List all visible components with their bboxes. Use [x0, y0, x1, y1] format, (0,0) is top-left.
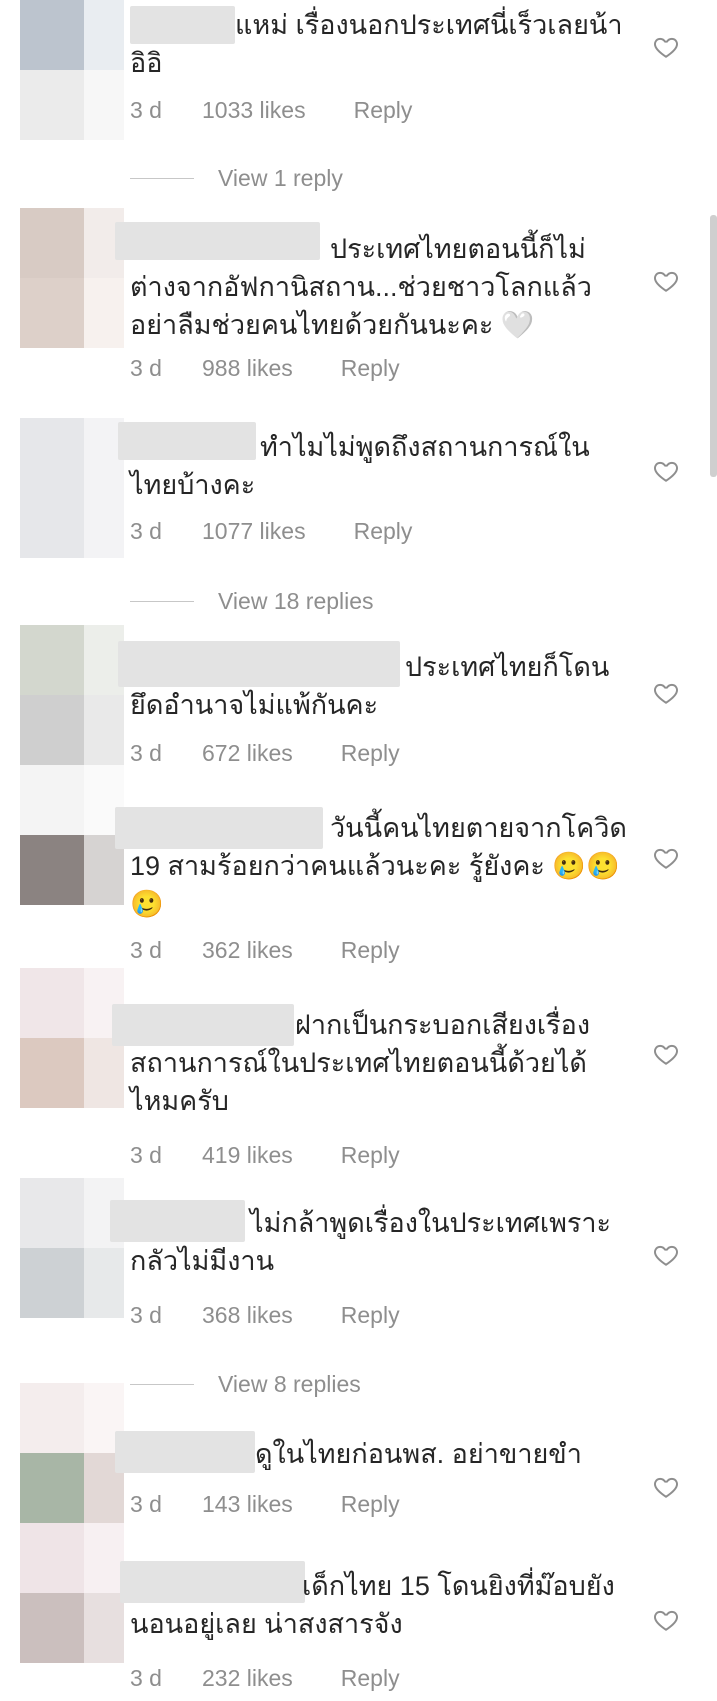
comment-time: 3 d [130, 97, 162, 123]
comment-meta: 3 d 143 likes Reply [130, 1491, 400, 1518]
avatar[interactable] [20, 0, 124, 140]
view-replies-link[interactable]: View 1 reply [130, 165, 343, 192]
comment-item: แหม่ เรื่องนอกประเทศนี่เร็วเลยน้า อิอิ 3… [0, 0, 717, 140]
comment-item: ประเทศไทยก็โดน ยึดอำนาจไม่แพ้กันคะ 3 d 6… [0, 625, 717, 767]
comment-time: 3 d [130, 355, 162, 381]
heart-outline-icon[interactable] [653, 458, 679, 484]
comment-text: ฝากเป็นกระบอกเสียงเรื่อง สถานการณ์ในประเ… [130, 1010, 591, 1116]
reply-button[interactable]: Reply [341, 355, 400, 382]
reply-button[interactable]: Reply [341, 1302, 400, 1329]
heart-outline-icon[interactable] [653, 845, 679, 871]
comment-likes[interactable]: 419 likes [202, 1142, 293, 1169]
reply-button[interactable]: Reply [341, 1665, 400, 1692]
comment-time: 3 d [130, 1665, 162, 1691]
view-replies-label: View 18 replies [218, 588, 374, 614]
comment-likes[interactable]: 1077 likes [202, 518, 306, 545]
comment-item: ทำไมไม่พูดถึงสถานการณ์ใน ไทยบ้างคะ 3 d 1… [0, 418, 717, 558]
comment-likes[interactable]: 672 likes [202, 740, 293, 767]
avatar[interactable] [20, 765, 124, 905]
comment-likes[interactable]: 988 likes [202, 355, 293, 382]
comment-text: ไม่กล้าพูดเรื่องในประเทศเพราะ กลัวไม่มีง… [130, 1208, 612, 1276]
comment-item: วันนี้คนไทยตายจากโควิด 19 สามร้อยกว่าคนแ… [0, 765, 717, 965]
comment-likes[interactable]: 1033 likes [202, 97, 306, 124]
heart-outline-icon[interactable] [653, 1242, 679, 1268]
comment-text: แหม่ เรื่องนอกประเทศนี่เร็วเลยน้า อิอิ [130, 10, 623, 78]
comment-meta: 3 d 232 likes Reply [130, 1665, 400, 1692]
comment-meta: 3 d 419 likes Reply [130, 1142, 400, 1169]
comment-time: 3 d [130, 740, 162, 766]
comment-text: วันนี้คนไทยตายจากโควิด 19 สามร้อยกว่าคนแ… [130, 813, 627, 919]
comment-time: 3 d [130, 1491, 162, 1517]
heart-outline-icon[interactable] [653, 1607, 679, 1633]
reply-button[interactable]: Reply [354, 518, 413, 545]
comment-time: 3 d [130, 937, 162, 963]
heart-outline-icon[interactable] [653, 680, 679, 706]
comment-meta: 3 d 1033 likes Reply [130, 97, 412, 124]
comment-meta: 3 d 1077 likes Reply [130, 518, 412, 545]
reply-button[interactable]: Reply [341, 937, 400, 964]
comment-text: ทำไมไม่พูดถึงสถานการณ์ใน ไทยบ้างคะ [130, 432, 590, 500]
comment-meta: 3 d 672 likes Reply [130, 740, 400, 767]
comment-item: ฝากเป็นกระบอกเสียงเรื่อง สถานการณ์ในประเ… [0, 968, 717, 1168]
comment-text: เด็กไทย 15 โดนยิงที่ม๊อบยัง นอนอยู่เลย น… [130, 1571, 615, 1639]
comment-time: 3 d [130, 1302, 162, 1328]
comment-likes[interactable]: 368 likes [202, 1302, 293, 1329]
heart-outline-icon[interactable] [653, 1041, 679, 1067]
view-replies-label: View 1 reply [218, 165, 343, 191]
scrollbar[interactable] [710, 215, 717, 477]
comment-time: 3 d [130, 518, 162, 544]
avatar[interactable] [20, 418, 124, 558]
comment-text: ดูในไทยก่อนพส. อย่าขายขำ [255, 1439, 582, 1469]
heart-outline-icon[interactable] [653, 34, 679, 60]
comment-item: ไม่กล้าพูดเรื่องในประเทศเพราะ กลัวไม่มีง… [0, 1178, 717, 1338]
comment-meta: 3 d 368 likes Reply [130, 1302, 400, 1329]
heart-outline-icon[interactable] [653, 268, 679, 294]
avatar[interactable] [20, 1523, 124, 1663]
avatar[interactable] [20, 208, 124, 348]
avatar[interactable] [20, 1178, 124, 1318]
reply-button[interactable]: Reply [341, 1491, 400, 1518]
comment-likes[interactable]: 232 likes [202, 1665, 293, 1692]
divider-line [130, 601, 194, 602]
comment-likes[interactable]: 362 likes [202, 937, 293, 964]
heart-outline-icon[interactable] [653, 1474, 679, 1500]
comment-item: ดูในไทยก่อนพส. อย่าขายขำ 3 d 143 likes R… [0, 1383, 717, 1523]
divider-line [130, 178, 194, 179]
comment-meta: 3 d 362 likes Reply [130, 937, 400, 964]
comment-text: ประเทศไทยตอนนี้ก็ไม่ ต่างจากอัฟกานิสถาน.… [130, 234, 592, 340]
comment-item: ประเทศไทยตอนนี้ก็ไม่ ต่างจากอัฟกานิสถาน.… [0, 208, 717, 381]
comment-text: ประเทศไทยก็โดน ยึดอำนาจไม่แพ้กันคะ [130, 652, 610, 720]
comment-item: เด็กไทย 15 โดนยิงที่ม๊อบยัง นอนอยู่เลย น… [0, 1523, 717, 1693]
comment-likes[interactable]: 143 likes [202, 1491, 293, 1518]
comment-time: 3 d [130, 1142, 162, 1168]
avatar[interactable] [20, 1383, 124, 1523]
reply-button[interactable]: Reply [354, 97, 413, 124]
avatar[interactable] [20, 625, 124, 765]
avatar[interactable] [20, 968, 124, 1108]
reply-button[interactable]: Reply [341, 740, 400, 767]
reply-button[interactable]: Reply [341, 1142, 400, 1169]
view-replies-link[interactable]: View 18 replies [130, 588, 374, 615]
comment-meta: 3 d 988 likes Reply [130, 355, 400, 382]
